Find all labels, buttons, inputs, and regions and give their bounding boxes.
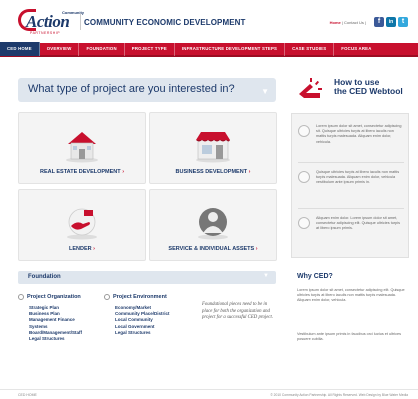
footer-copyright: © 2010 Community Action Partnership. All…	[270, 393, 408, 397]
step-circle-icon	[298, 217, 310, 229]
step-divider	[298, 162, 404, 163]
nav-infrastructure-steps[interactable]: INFRASTRUCTURE DEVELOPMENT STEPS	[175, 42, 286, 56]
step-circle-icon	[298, 171, 310, 183]
pointer-hand-icon	[296, 76, 326, 106]
nav-project-type[interactable]: PROJECT TYPE	[125, 42, 175, 56]
card-lender[interactable]: LENDER ›	[18, 189, 146, 261]
foundation-title: Foundation	[28, 274, 61, 280]
step-text: Lorem ipsum dolor sit amet, consectetur …	[316, 124, 402, 144]
project-organization-heading: Project Organization	[18, 294, 82, 300]
house-icon	[62, 127, 102, 168]
footer-home-link[interactable]: CED HOME	[18, 393, 37, 397]
storefront-icon	[192, 127, 234, 168]
header: Action Community PARTNERSHIP COMMUNITY E…	[0, 0, 418, 42]
project-environment-heading: Project Environment	[104, 294, 170, 300]
site-title: COMMUNITY ECONOMIC DEVELOPMENT	[84, 18, 246, 27]
card-real-estate-development[interactable]: REAL ESTATE DEVELOPMENT ›	[18, 112, 146, 184]
home-link[interactable]: Home	[330, 20, 341, 25]
nav-focus-area[interactable]: FOCUS AREA	[334, 42, 378, 56]
step-divider	[298, 208, 404, 209]
foundation-note: Foundational pieces need to be in place …	[202, 302, 274, 320]
card-label: REAL ESTATE DEVELOPMENT ›	[39, 169, 125, 175]
nav-ced-home[interactable]: CED HOME	[0, 42, 40, 56]
project-organization-list: Strategic Plan Business Plan Management …	[18, 305, 82, 342]
social-links: f in t	[374, 17, 408, 27]
card-label: BUSINESS DEVELOPMENT ›	[175, 169, 251, 175]
project-environment-column: Project Environment Economy/Market Commu…	[104, 294, 170, 336]
why-ced-paragraph-2: Vestibulum ante ipsum primis in faucibus…	[297, 332, 402, 342]
logo-wordmark: Action	[26, 12, 70, 31]
foundation-section-header[interactable]: Foundation ▼	[18, 271, 276, 284]
person-icon	[193, 204, 233, 245]
project-organization-column: Project Organization Strategic Plan Busi…	[18, 294, 82, 342]
how-to-use-title: How to use the CED Webtool	[334, 77, 403, 96]
step-text: Quisque ultricies turpis at libero iacul…	[316, 170, 400, 185]
logo-tagline: PARTNERSHIP	[30, 31, 61, 35]
foundation-link[interactable]: Legal Structures	[18, 336, 82, 342]
chevron-down-icon: ▼	[263, 273, 269, 279]
how-to-steps-panel: Lorem ipsum dolor sit amet, consectetur …	[291, 113, 409, 258]
nav-foundation[interactable]: FOUNDATION	[79, 42, 125, 56]
project-type-question[interactable]: What type of project are you interested …	[18, 78, 276, 102]
card-label: LENDER ›	[69, 246, 95, 252]
chevron-down-icon: ▼	[261, 87, 269, 96]
circle-icon	[18, 294, 24, 300]
circle-icon	[104, 294, 110, 300]
facebook-icon[interactable]: f	[374, 17, 384, 27]
lender-icon	[62, 204, 102, 245]
nav-overview[interactable]: OVERVIEW	[40, 42, 80, 56]
footer: CED HOME © 2010 Community Action Partner…	[0, 389, 418, 399]
card-service-individual-assets[interactable]: SERVICE & INDIVIDUAL ASSETS ›	[149, 189, 277, 261]
util-separator: |	[363, 20, 366, 25]
community-action-logo[interactable]: Action Community PARTNERSHIP	[18, 9, 84, 37]
question-text: What type of project are you interested …	[28, 83, 235, 95]
linkedin-icon[interactable]: in	[386, 17, 396, 27]
contact-us-link[interactable]: Contact Us	[344, 20, 364, 25]
nav-case-studies[interactable]: CASE STUDIES	[285, 42, 335, 56]
utility-links: Home | Contact Us |	[330, 20, 366, 25]
why-ced-title: Why CED?	[297, 273, 333, 280]
foundation-link[interactable]: Legal Structures	[104, 330, 170, 336]
step-circle-icon	[298, 125, 310, 137]
card-business-development[interactable]: BUSINESS DEVELOPMENT ›	[149, 112, 277, 184]
why-ced-paragraph-1: Lorem ipsum dolor sit amet, consectetur …	[297, 288, 405, 303]
main-nav: CED HOME OVERVIEW FOUNDATION PROJECT TYP…	[0, 42, 418, 57]
twitter-icon[interactable]: t	[398, 17, 408, 27]
header-divider	[80, 14, 81, 30]
project-environment-list: Economy/Market Community Place/District …	[104, 305, 170, 336]
card-label: SERVICE & INDIVIDUAL ASSETS ›	[168, 246, 258, 252]
step-text: Aliquam enim dolor. Lorem ipsum dolor si…	[316, 216, 400, 231]
